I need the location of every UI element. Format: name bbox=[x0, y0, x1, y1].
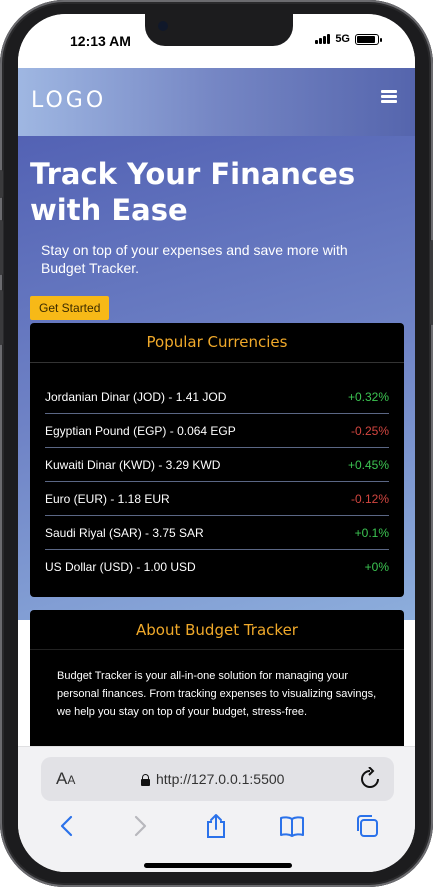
bookmarks-icon[interactable] bbox=[272, 811, 312, 841]
phone-frame: 12:13 AM 5G Track Your Finances with Eas… bbox=[0, 0, 433, 887]
currency-list: Jordanian Dinar (JOD) - 1.41 JOD +0.32% Eg… bbox=[45, 380, 389, 584]
text-size-button[interactable]: AA bbox=[56, 769, 75, 789]
home-indicator bbox=[144, 863, 292, 868]
currency-change: -0.25% bbox=[350, 423, 389, 438]
status-indicators: 5G bbox=[315, 33, 382, 45]
currencies-title: Popular Currencies bbox=[30, 323, 404, 363]
network-type: 5G bbox=[335, 33, 350, 45]
currency-change: -0.12% bbox=[350, 491, 389, 506]
notch bbox=[145, 14, 293, 46]
safari-toolbar: AA http://127.0.0.1:5500 bbox=[18, 746, 415, 872]
currency-change: +0% bbox=[364, 560, 389, 574]
status-bar: 12:13 AM 5G bbox=[18, 14, 415, 68]
volume-up-button bbox=[0, 220, 3, 275]
share-icon[interactable] bbox=[196, 811, 236, 841]
currency-row: Saudi Riyal (SAR) - 3.75 SAR +0.1% bbox=[45, 516, 389, 550]
volume-down-button bbox=[0, 290, 3, 345]
address-bar[interactable]: AA http://127.0.0.1:5500 bbox=[41, 757, 394, 801]
mute-switch bbox=[0, 170, 3, 198]
currency-row: Kuwaiti Dinar (KWD) - 3.29 KWD +0.45% bbox=[45, 448, 389, 482]
about-card: About Budget Tracker Budget Tracker is y… bbox=[30, 610, 404, 748]
currency-change: +0.32% bbox=[347, 389, 389, 404]
currency-name: Euro (EUR) - 1.18 EUR bbox=[45, 491, 170, 506]
currency-name: Saudi Riyal (SAR) - 3.75 SAR bbox=[45, 525, 204, 540]
back-icon[interactable] bbox=[46, 811, 86, 841]
currency-row: Euro (EUR) - 1.18 EUR -0.12% bbox=[45, 482, 389, 516]
currency-name: US Dollar (USD) - 1.00 USD bbox=[45, 560, 196, 574]
hero-title: Track Your Finances with Ease bbox=[30, 157, 356, 227]
cellular-signal-icon bbox=[315, 34, 331, 44]
hamburger-menu-icon[interactable] bbox=[381, 90, 397, 103]
lock-icon bbox=[141, 773, 150, 786]
url-text: http://127.0.0.1:5500 bbox=[156, 771, 285, 787]
popular-currencies-card: Popular Currencies Jordanian Dinar (JOD)… bbox=[30, 323, 404, 597]
url-display[interactable]: http://127.0.0.1:5500 bbox=[141, 771, 284, 787]
get-started-button[interactable]: Get Started bbox=[30, 296, 110, 320]
currency-row: US Dollar (USD) - 1.00 USD +0% bbox=[45, 550, 389, 584]
front-camera bbox=[158, 21, 168, 31]
tabs-icon[interactable] bbox=[347, 811, 387, 841]
currency-change: +0.1% bbox=[354, 525, 389, 540]
status-time: 12:13 AM bbox=[70, 33, 131, 49]
reload-icon[interactable] bbox=[360, 766, 380, 794]
web-page[interactable]: Track Your Finances with Ease Stay on to… bbox=[18, 68, 415, 748]
site-logo[interactable]: LOGO bbox=[31, 88, 106, 113]
browser-nav-toolbar bbox=[18, 811, 415, 841]
phone-screen: 12:13 AM 5G Track Your Finances with Eas… bbox=[18, 14, 415, 872]
hero-subtitle: Stay on top of your expenses and save mo… bbox=[41, 242, 348, 276]
currency-name: Jordanian Dinar (JOD) - 1.41 JOD bbox=[45, 389, 227, 404]
battery-level bbox=[357, 35, 375, 43]
currency-change: +0.45% bbox=[347, 457, 389, 472]
currency-name: Kuwaiti Dinar (KWD) - 3.29 KWD bbox=[45, 457, 221, 472]
forward-icon[interactable] bbox=[121, 811, 161, 841]
battery-icon bbox=[355, 33, 382, 45]
about-title: About Budget Tracker bbox=[30, 610, 404, 650]
currency-row: Egyptian Pound (EGP) - 0.064 EGP -0.25% bbox=[45, 414, 389, 448]
currency-row: Jordanian Dinar (JOD) - 1.41 JOD +0.32% bbox=[45, 380, 389, 414]
about-text: Budget Tracker is your all-in-one soluti… bbox=[57, 670, 377, 718]
navbar: LOGO bbox=[18, 68, 415, 136]
currency-name: Egyptian Pound (EGP) - 0.064 EGP bbox=[45, 423, 236, 438]
